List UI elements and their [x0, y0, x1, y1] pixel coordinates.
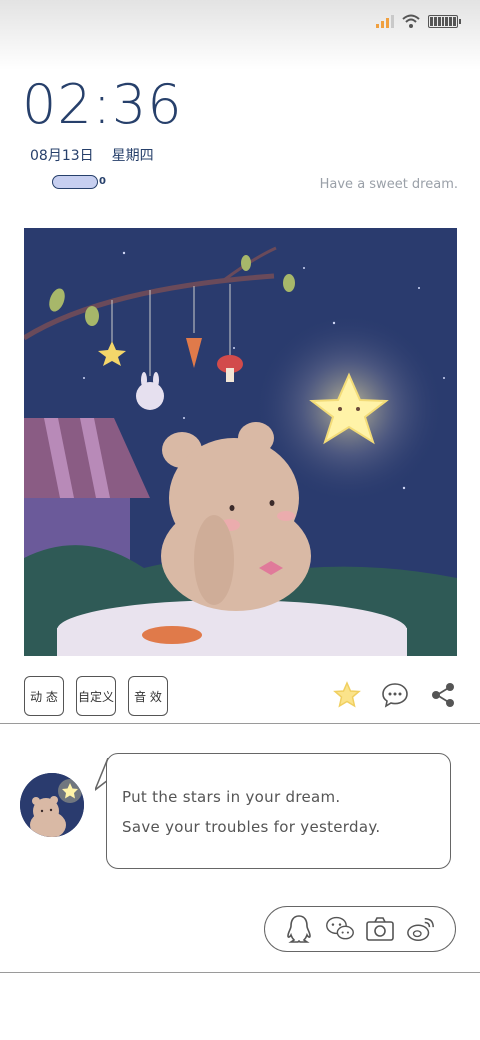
share-wechat-button[interactable]	[325, 914, 355, 944]
tagline: Have a sweet dream.	[319, 177, 458, 192]
action-bar	[332, 680, 458, 710]
avatar[interactable]	[20, 773, 84, 837]
share-icon	[432, 683, 454, 707]
date-text: 08月13日	[30, 148, 94, 164]
star-icon	[333, 681, 361, 708]
share-qq-button[interactable]	[284, 914, 314, 944]
comment-button[interactable]	[380, 680, 410, 710]
comment-icon	[382, 683, 408, 708]
weibo-icon	[406, 917, 434, 941]
wechat-icon	[325, 916, 354, 940]
tag-custom[interactable]: 自定义	[76, 676, 116, 716]
qq-icon	[287, 915, 312, 943]
share-targets	[264, 906, 456, 952]
favorite-button[interactable]	[332, 680, 362, 710]
wifi-icon	[402, 14, 420, 28]
wallpaper-illustration[interactable]	[24, 228, 457, 656]
top-gradient	[0, 0, 480, 70]
battery-icon	[428, 14, 461, 28]
tag-dynamic[interactable]: 动 态	[24, 676, 64, 716]
tag-group: 动 态 自定义 音 效	[24, 676, 168, 716]
signal-icon	[376, 14, 394, 28]
share-camera-button[interactable]	[365, 914, 395, 944]
share-weibo-button[interactable]	[406, 914, 436, 944]
tag-sound[interactable]: 音 效	[128, 676, 168, 716]
message-line-2: Save your troubles for yesterday.	[122, 818, 381, 836]
battery-widget	[52, 175, 98, 189]
camera-icon	[366, 917, 395, 941]
clock-date: 08月13日 星期四	[30, 145, 154, 165]
message-line-1: Put the stars in your dream.	[122, 788, 341, 806]
weekday-text: 星期四	[111, 148, 154, 164]
share-button[interactable]	[428, 680, 458, 710]
divider	[0, 723, 480, 724]
clock-time: 02:36	[22, 73, 183, 136]
divider-bottom	[0, 972, 480, 973]
battery-widget-value: 0	[99, 176, 106, 187]
status-bar	[376, 12, 461, 30]
message-bubble: Put the stars in your dream. Save your t…	[106, 753, 451, 869]
